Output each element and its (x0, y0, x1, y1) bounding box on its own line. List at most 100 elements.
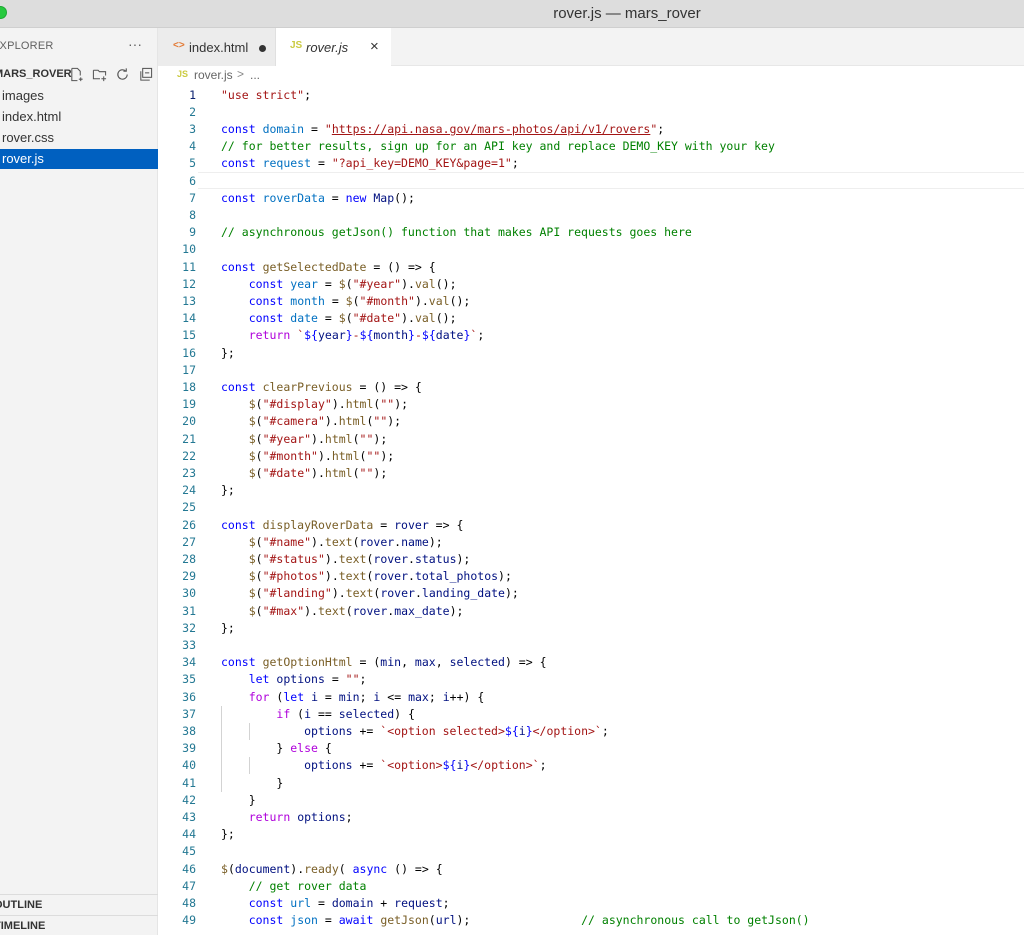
code-line[interactable]: 42 } (158, 792, 1024, 809)
code-line[interactable]: 12 const year = $("#year").val(); (158, 276, 1024, 293)
line-number: 16 (182, 345, 196, 360)
line-number: 39 (182, 741, 196, 756)
code-line[interactable]: 21 $("#year").html(""); (158, 431, 1024, 448)
code-line[interactable]: 17 (158, 362, 1024, 379)
javascript-icon: JS (177, 69, 189, 79)
code-line[interactable]: 33 (158, 637, 1024, 654)
code-text: $("#name").text(rover.name); (248, 534, 443, 549)
tab-rover-js[interactable]: JS rover.js × (276, 28, 391, 66)
code-line[interactable]: 15 return `${year}-${month}-${date}`; (158, 327, 1024, 344)
line-number: 20 (182, 414, 196, 429)
code-line[interactable]: 16}; (158, 345, 1024, 362)
code-text: }; (221, 827, 235, 842)
code-line[interactable]: 37 if (i == selected) { (158, 706, 1024, 723)
unsaved-dot-icon[interactable] (259, 45, 266, 52)
code-line[interactable]: 29 $("#photos").text(rover.total_photos)… (158, 568, 1024, 585)
new-folder-icon[interactable] (91, 66, 108, 83)
code-line[interactable]: 7 const roverData = new Map(); (158, 190, 1024, 207)
code-text: $("#photos").text(rover.total_photos); (248, 569, 512, 584)
timeline-section[interactable]: TIMELINE (0, 915, 158, 935)
code-line[interactable]: 11 const getSelectedDate = () => { (158, 259, 1024, 276)
code-text: const getOptionHtml = (min, max, selecte… (221, 655, 547, 670)
code-line[interactable]: 47 // get rover data (158, 878, 1024, 895)
code-line[interactable]: 14 const date = $("#date").val(); (158, 310, 1024, 327)
file-index-html[interactable]: index.html (0, 107, 158, 127)
line-number: 2 (189, 104, 196, 119)
file-label: rover.js (2, 151, 44, 166)
outline-section[interactable]: OUTLINE (0, 894, 158, 915)
code-line[interactable]: 3 const domain = "https://api.nasa.gov/ma… (158, 121, 1024, 138)
breadcrumb: JS rover.js > ... (158, 66, 1024, 84)
line-number: 31 (182, 603, 196, 618)
breadcrumb-file[interactable]: rover.js (194, 68, 233, 88)
code-line[interactable]: 4 // for better results, sign up for an A… (158, 138, 1024, 155)
code-line[interactable]: 36 for (let i = min; i <= max; i++) { (158, 689, 1024, 706)
code-line[interactable]: 28 $("#status").text(rover.status); (158, 551, 1024, 568)
new-file-icon[interactable] (68, 66, 85, 83)
code-text: $("#max").text(rover.max_date); (248, 603, 464, 618)
code-line[interactable]: 19 $("#display").html(""); (158, 396, 1024, 413)
code-line[interactable]: 27 $("#name").text(rover.name); (158, 534, 1024, 551)
tab-index-html[interactable]: <> index.html (158, 28, 276, 66)
code-line[interactable]: 18 const clearPrevious = () => { (158, 379, 1024, 396)
code-line[interactable]: 23 $("#date").html(""); (158, 465, 1024, 482)
file-rover-js[interactable]: rover.js (0, 149, 158, 169)
code-line[interactable]: 20 $("#camera").html(""); (158, 413, 1024, 430)
code-text: } else { (221, 741, 332, 756)
code-text: const clearPrevious = () => { (221, 379, 422, 394)
file-images[interactable]: images (0, 86, 158, 106)
code-line[interactable]: 34 const getOptionHtml = (min, max, selec… (158, 654, 1024, 671)
file-rover-css[interactable]: rover.css (0, 128, 158, 148)
code-text: // get rover data (248, 878, 367, 893)
explorer-sidebar: EXPLORER ··· MARS_ROVER images index.htm… (0, 28, 158, 935)
code-editor[interactable]: 1 "use strict"; 2 3 const domain = "https://… (158, 86, 1024, 935)
code-line[interactable]: 26 const displayRoverData = rover => { (158, 517, 1024, 534)
close-icon[interactable]: × (370, 38, 379, 55)
more-actions-icon[interactable]: ··· (128, 36, 142, 52)
code-line[interactable]: 2 (158, 104, 1024, 121)
code-line[interactable]: 9 // asynchronous getJson() function that… (158, 224, 1024, 241)
code-line[interactable]: 41 } (158, 775, 1024, 792)
code-line[interactable]: 31 $("#max").text(rover.max_date); (158, 603, 1024, 620)
code-line[interactable]: 46 $(document).ready( async () => { (158, 861, 1024, 878)
javascript-icon: JS (290, 40, 303, 51)
code-text: const roverData = new Map(); (221, 190, 415, 205)
line-number: 42 (182, 792, 196, 807)
code-line[interactable]: 49 const json = await getJson(url); // a… (158, 912, 1024, 929)
collapse-all-icon[interactable] (137, 66, 154, 83)
code-line[interactable]: 48 const url = domain + request; (158, 895, 1024, 912)
code-line[interactable]: 30 $("#landing").text(rover.landing_date… (158, 585, 1024, 602)
code-line[interactable]: 45 (158, 843, 1024, 860)
code-line[interactable]: 38 options += `<option selected>${i}</op… (158, 723, 1024, 740)
line-number: 8 (189, 207, 196, 222)
code-line[interactable]: 39 } else { (158, 740, 1024, 757)
code-text: $("#month").html(""); (248, 448, 395, 463)
code-line[interactable]: 22 $("#month").html(""); (158, 448, 1024, 465)
code-line[interactable]: 24}; (158, 482, 1024, 499)
breadcrumb-symbols[interactable]: ... (250, 68, 260, 82)
code-line[interactable]: 10 (158, 241, 1024, 258)
line-number: 47 (182, 878, 196, 893)
code-line[interactable]: 43 return options; (158, 809, 1024, 826)
line-number: 4 (189, 139, 196, 154)
file-label: images (2, 88, 44, 103)
file-label: rover.css (2, 130, 55, 145)
code-line[interactable]: 25 (158, 499, 1024, 516)
refresh-icon[interactable] (114, 66, 131, 83)
code-text: // asynchronous getJson() function that … (221, 225, 692, 240)
line-number: 5 (189, 156, 196, 171)
code-line[interactable]: 13 const month = $("#month").val(); (158, 293, 1024, 310)
code-line[interactable]: 5 const request = "?api_key=DEMO_KEY&page… (158, 155, 1024, 172)
folder-row[interactable]: MARS_ROVER (0, 67, 158, 85)
code-line[interactable]: 35 let options = ""; (158, 671, 1024, 688)
code-line[interactable]: 6 (158, 173, 1024, 190)
code-line[interactable]: 40 options += `<option>${i}</option>`; (158, 757, 1024, 774)
code-line[interactable]: 50 (158, 929, 1024, 935)
code-line[interactable]: 44}; (158, 826, 1024, 843)
line-number: 11 (182, 259, 196, 274)
code-line[interactable]: 1 "use strict"; (158, 87, 1024, 104)
code-text: if (i == selected) { (276, 706, 415, 721)
code-line[interactable]: 32}; (158, 620, 1024, 637)
explorer-header: EXPLORER ··· (0, 36, 158, 56)
code-line[interactable]: 8 (158, 207, 1024, 224)
